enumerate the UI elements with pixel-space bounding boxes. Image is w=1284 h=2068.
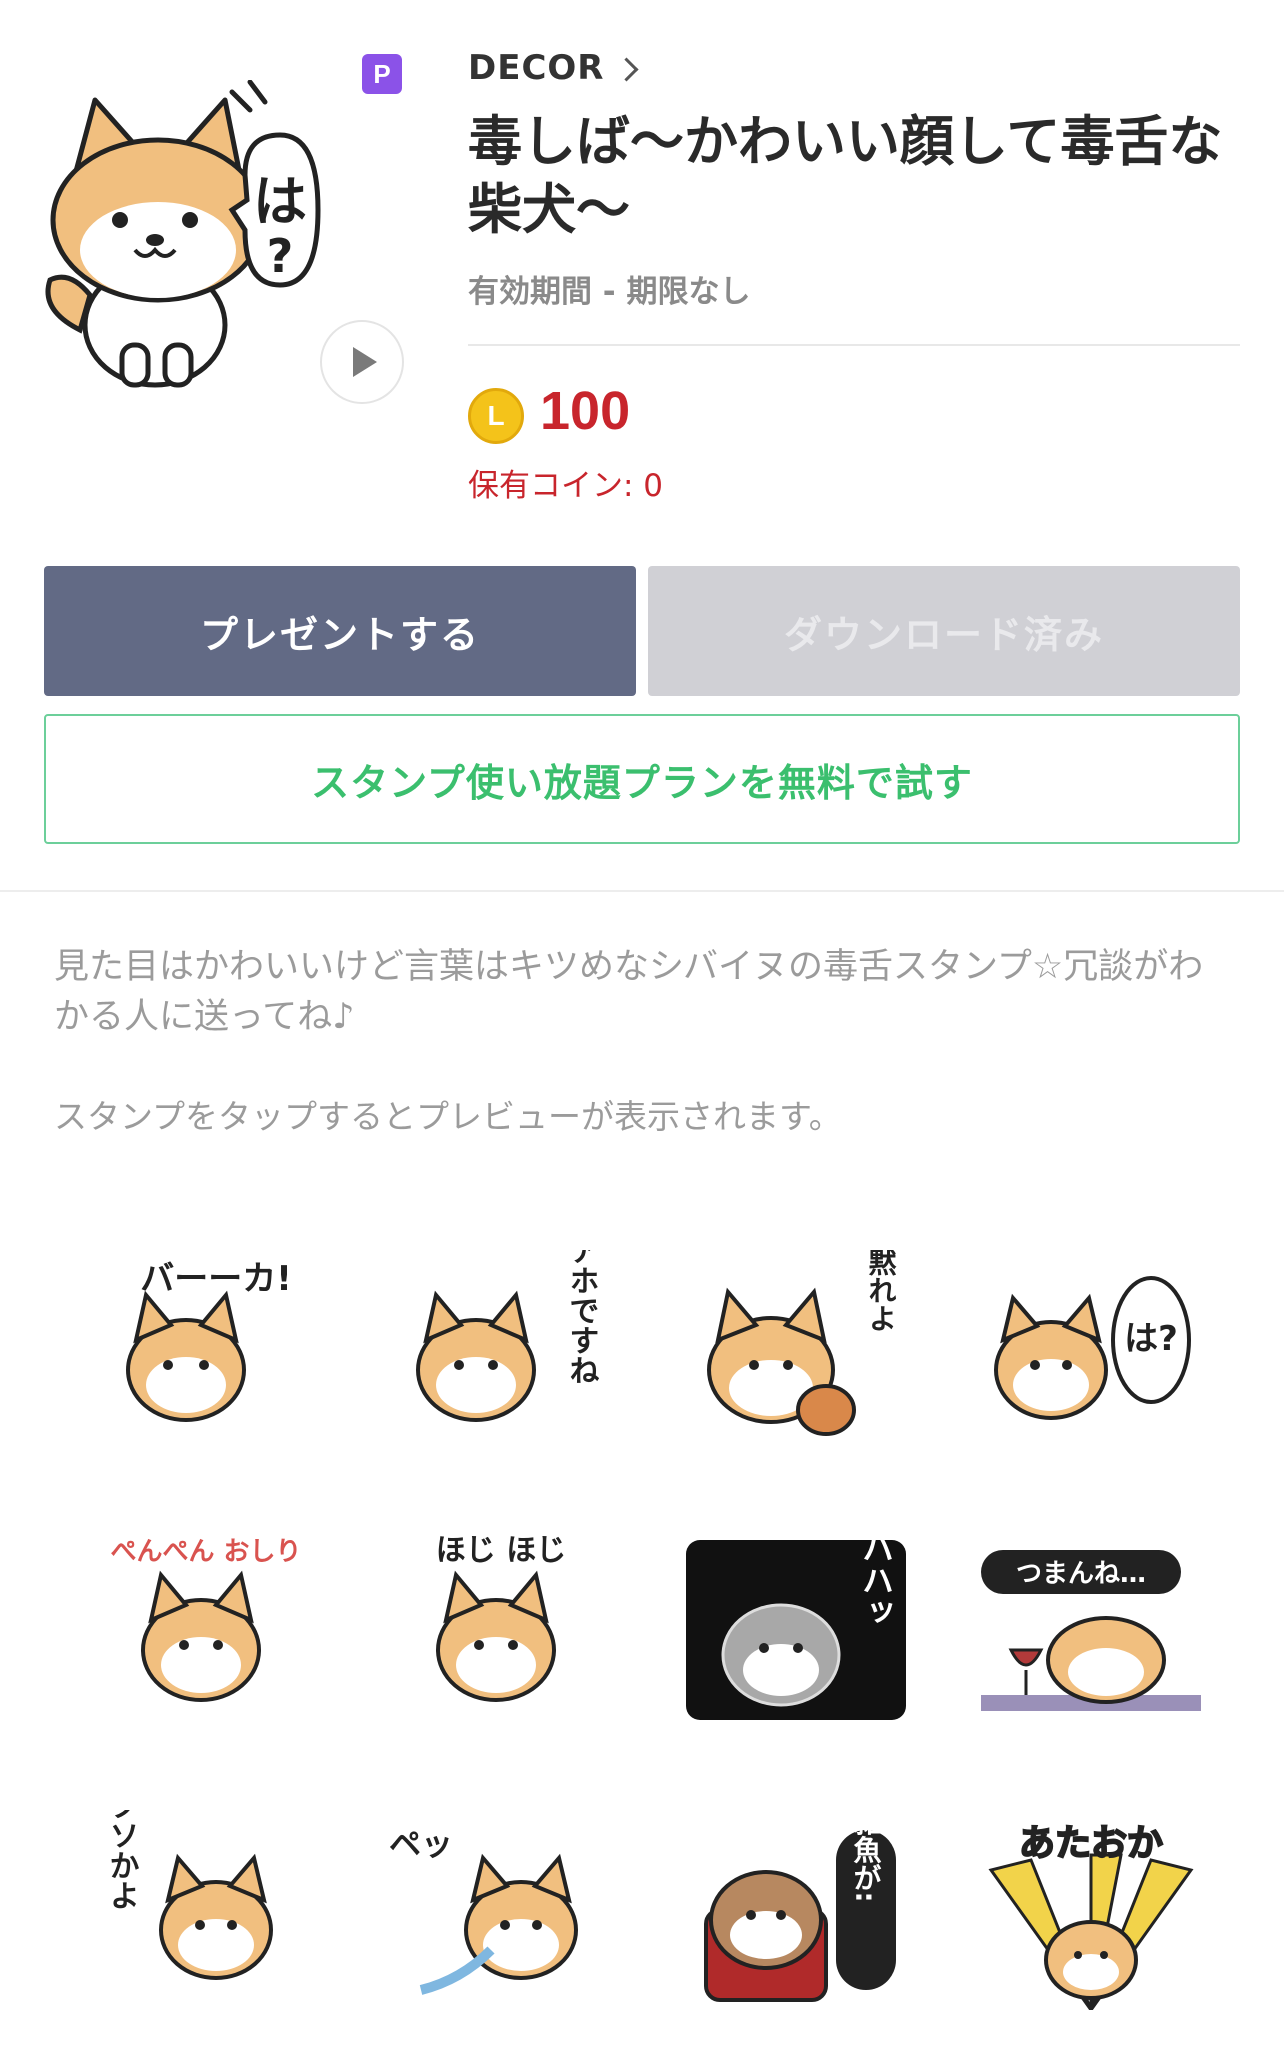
owned-coins: 保有コイン: 0 [468, 468, 664, 504]
sticker-grid: バーーカ! アホですね 黙れよ は? ぺんぺん おしり ほじ ほじ ハハッ つま… [58, 1210, 1238, 2050]
sticker-text: クソかよ [103, 1810, 138, 1910]
sticker-text: 黙れよ [864, 1250, 897, 1332]
sticker-text: ハハッ [857, 1532, 895, 1628]
sticker-item[interactable]: あたおか [943, 1770, 1238, 2050]
premium-badge: P [362, 54, 402, 94]
sticker-item[interactable]: つまんね… [943, 1490, 1238, 1770]
sticker-item[interactable]: アホですね [353, 1210, 648, 1490]
sticker-text: アホですね [563, 1250, 598, 1385]
main-sticker-image[interactable]: は ? [40, 79, 340, 400]
sticker-item[interactable]: ハハッ [648, 1490, 943, 1770]
sticker-item[interactable]: ほじ ほじ [353, 1490, 648, 1770]
description-text: 見た目はかわいいけど言葉はキツめなシバイヌの毒舌スタンプ☆冗談がわかる人に送って… [54, 947, 1204, 1037]
svg-text:は: は [253, 170, 307, 233]
play-preview-button[interactable] [320, 320, 404, 404]
svg-text:?: ? [267, 229, 294, 283]
sticker-item[interactable]: クソかよ [58, 1770, 353, 2050]
sticker-item[interactable]: ペッ [353, 1770, 648, 2050]
sticker-item[interactable]: ぺんぺん おしり [58, 1490, 353, 1770]
preview-hint: スタンプをタップするとプレビューが表示されます。 [54, 1097, 842, 1136]
sticker-item[interactable]: は? [943, 1210, 1238, 1490]
sticker-text: あたおか [1018, 1823, 1162, 1864]
sticker-item[interactable]: 雑魚が: [648, 1770, 943, 2050]
chevron-right-icon [614, 56, 640, 82]
sticker-item[interactable]: 黙れよ [648, 1210, 943, 1490]
author-link[interactable]: DECOR [468, 48, 640, 88]
sticker-text: 雑魚が: [849, 1810, 882, 1903]
subscription-trial-button[interactable]: スタンプ使い放題プランを無料で試す [44, 714, 1240, 844]
sticker-item[interactable]: バーーカ! [58, 1210, 353, 1490]
author-name: DECOR [468, 48, 605, 88]
validity-text: 有効期間 - 期限なし [468, 274, 751, 310]
sticker-text: ほじ ほじ [435, 1533, 565, 1568]
sticker-text: バーーカ! [140, 1259, 292, 1299]
play-icon [353, 347, 377, 377]
sticker-text: ぺんぺん おしり [110, 1537, 301, 1567]
sticker-text: つまんね… [1015, 1559, 1145, 1589]
sticker-text: ペッ [388, 1825, 452, 1863]
product-title: 毒しば〜かわいい顔して毒舌な柴犬〜 [468, 110, 1223, 241]
sticker-text: は? [1124, 1319, 1178, 1359]
divider [468, 344, 1240, 346]
price: 100 [540, 381, 631, 441]
section-divider [0, 890, 1284, 892]
present-button[interactable]: プレゼントする [44, 566, 636, 696]
line-coin-icon: L [468, 388, 524, 444]
downloaded-button[interactable]: ダウンロード済み [648, 566, 1240, 696]
